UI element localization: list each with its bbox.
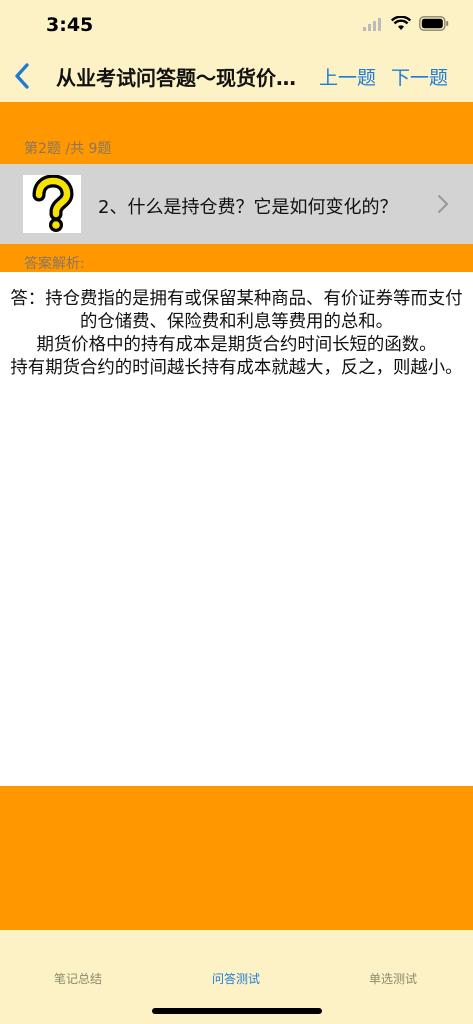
answer-line: 持有期货合约的时间越长持有成本就越大，反之，则越小。 [10, 358, 463, 378]
navigation-bar: 从业考试问答题～现货价… 上一题 下一题 [0, 50, 473, 102]
answer-label: 答案解析: [24, 256, 85, 272]
signal-icon [363, 17, 381, 31]
tab-single-choice-test[interactable]: 单选测试 [333, 970, 453, 987]
next-question-button[interactable]: 下一题 [391, 63, 448, 90]
question-mark-icon [23, 174, 81, 233]
status-bar: 3:45 [0, 0, 473, 50]
answer-line: 期货价格中的持有成本是期货合约时间长短的函数。 [36, 335, 437, 355]
chevron-left-icon [15, 63, 29, 89]
bottom-accent-band [0, 786, 473, 930]
page-title: 从业考试问答题～现货价… [56, 66, 296, 88]
status-icons [363, 16, 449, 31]
previous-question-button[interactable]: 上一题 [319, 63, 376, 90]
battery-icon [419, 16, 449, 31]
tab-qa-test[interactable]: 问答测试 [176, 970, 296, 987]
back-button[interactable] [10, 60, 38, 92]
question-text: 2、什么是持仓费？它是如何变化的？ [98, 197, 398, 218]
question-counter: 第2题 /共 9题 [24, 141, 112, 157]
chevron-right-icon [437, 194, 449, 214]
question-row[interactable]: 2、什么是持仓费？它是如何变化的？ [0, 164, 473, 244]
tab-notes-summary[interactable]: 笔记总结 [18, 970, 138, 987]
home-indicator[interactable] [152, 1008, 322, 1014]
answer-text: 答：持仓费指的是拥有或保留某种商品、有价证券等而支付的仓储费、保险费和利息等费用… [0, 272, 473, 380]
question-counter-band: 第2题 /共 9题 [0, 102, 473, 164]
answer-line: 答：持仓费指的是拥有或保留某种商品、有价证券等而支付的仓储费、保险费和利息等费用… [10, 289, 463, 332]
answer-area: 答：持仓费指的是拥有或保留某种商品、有价证券等而支付的仓储费、保险费和利息等费用… [0, 272, 473, 786]
wifi-icon [391, 16, 411, 30]
status-time: 3:45 [46, 14, 94, 36]
answer-label-band: 答案解析: [0, 244, 473, 272]
